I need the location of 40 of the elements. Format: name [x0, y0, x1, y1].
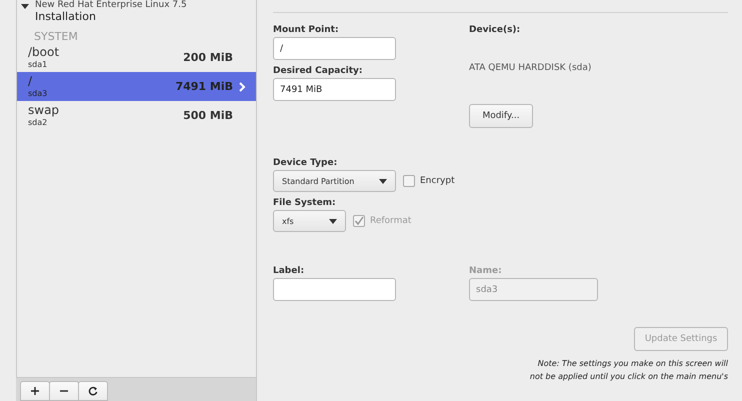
field-label: Desired Capacity:	[273, 65, 364, 78]
partition-row[interactable]: / sda3 7491 MiB	[17, 72, 256, 101]
field-label: Device(s):	[469, 24, 522, 37]
device-label: sda3	[28, 88, 48, 100]
checkbox-label: Reformat	[370, 216, 412, 226]
partition-row[interactable]: /boot sda1 200 MiB	[17, 43, 256, 72]
field-label: File System:	[273, 197, 337, 210]
refresh-icon	[88, 386, 98, 396]
text-field[interactable]: 7491 MiB	[273, 78, 396, 101]
caret-icon	[379, 178, 387, 184]
field-label: Label:	[273, 265, 306, 278]
partition-row[interactable]: swap sda2 500 MiB	[17, 101, 256, 130]
mount-point-label: /	[28, 74, 34, 88]
size-label: 500 MiB	[183, 109, 233, 122]
dropdown[interactable]: Standard Partition	[273, 170, 396, 192]
checkbox-label: Encrypt	[420, 176, 455, 186]
text-field[interactable]: /	[273, 37, 396, 60]
mount-point-label: swap	[28, 102, 60, 116]
group-subtitle: Installation	[35, 10, 97, 24]
size-label: 7491 MiB	[175, 80, 233, 93]
add-icon	[30, 386, 40, 396]
group-title: New Red Hat Enterprise Linux 7.5	[35, 0, 187, 10]
caret-icon	[329, 218, 337, 224]
text-field[interactable]	[273, 278, 396, 301]
checkbox[interactable]	[403, 175, 415, 187]
chevron-right-icon	[238, 82, 246, 92]
size-label: 200 MiB	[183, 51, 233, 64]
mount-point-label: /boot	[28, 44, 60, 58]
field-label: Device Type:	[273, 157, 338, 170]
device-label: sda1	[28, 58, 48, 70]
refresh-button[interactable]	[78, 381, 108, 401]
section-heading: SYSTEM	[33, 29, 79, 43]
note-text: Note: The settings you make on this screen will not be applied until you click on the main menu's	[528, 358, 728, 383]
field-label: Mount Point:	[273, 24, 340, 37]
modify-button[interactable]: Modify...	[469, 104, 533, 128]
dropdown[interactable]: xfs	[273, 210, 346, 232]
field-label: Name:	[469, 265, 503, 278]
device-label: sda2	[28, 116, 48, 128]
add-button[interactable]	[20, 381, 50, 401]
device-name: ATA QEMU HARDDISK (sda)	[469, 63, 592, 73]
